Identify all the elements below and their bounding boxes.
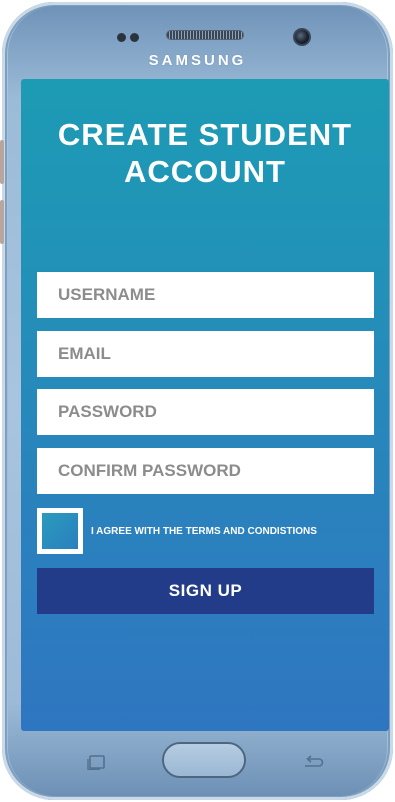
username-input[interactable] xyxy=(58,285,374,305)
back-icon[interactable] xyxy=(302,754,324,770)
confirm-password-field[interactable] xyxy=(37,448,374,494)
email-field[interactable] xyxy=(37,331,374,377)
username-field[interactable] xyxy=(37,272,374,318)
side-button-volume xyxy=(0,140,4,184)
password-input[interactable] xyxy=(58,402,374,422)
email-input[interactable] xyxy=(58,344,374,364)
home-button[interactable] xyxy=(162,742,246,778)
page-title: CREATE STUDENT ACCOUNT xyxy=(57,117,353,189)
earpiece-speaker-icon xyxy=(166,30,244,40)
sensor-dots-icon xyxy=(117,29,147,42)
app-screen: CREATE STUDENT ACCOUNT I AGREE WITH THE … xyxy=(21,79,389,731)
sign-up-button[interactable]: SIGN UP xyxy=(37,568,374,614)
terms-label: I AGREE WITH THE TERMS AND CONDISTIONS xyxy=(91,525,317,537)
confirm-password-input[interactable] xyxy=(58,461,374,481)
terms-row: I AGREE WITH THE TERMS AND CONDISTIONS xyxy=(37,508,382,554)
terms-checkbox[interactable] xyxy=(37,508,83,554)
device-brand-logo: SAMSUNG xyxy=(148,52,247,69)
password-field[interactable] xyxy=(37,389,374,435)
side-button-volume-down xyxy=(0,200,4,244)
front-camera-icon xyxy=(293,28,311,46)
recent-apps-icon[interactable] xyxy=(86,754,108,770)
